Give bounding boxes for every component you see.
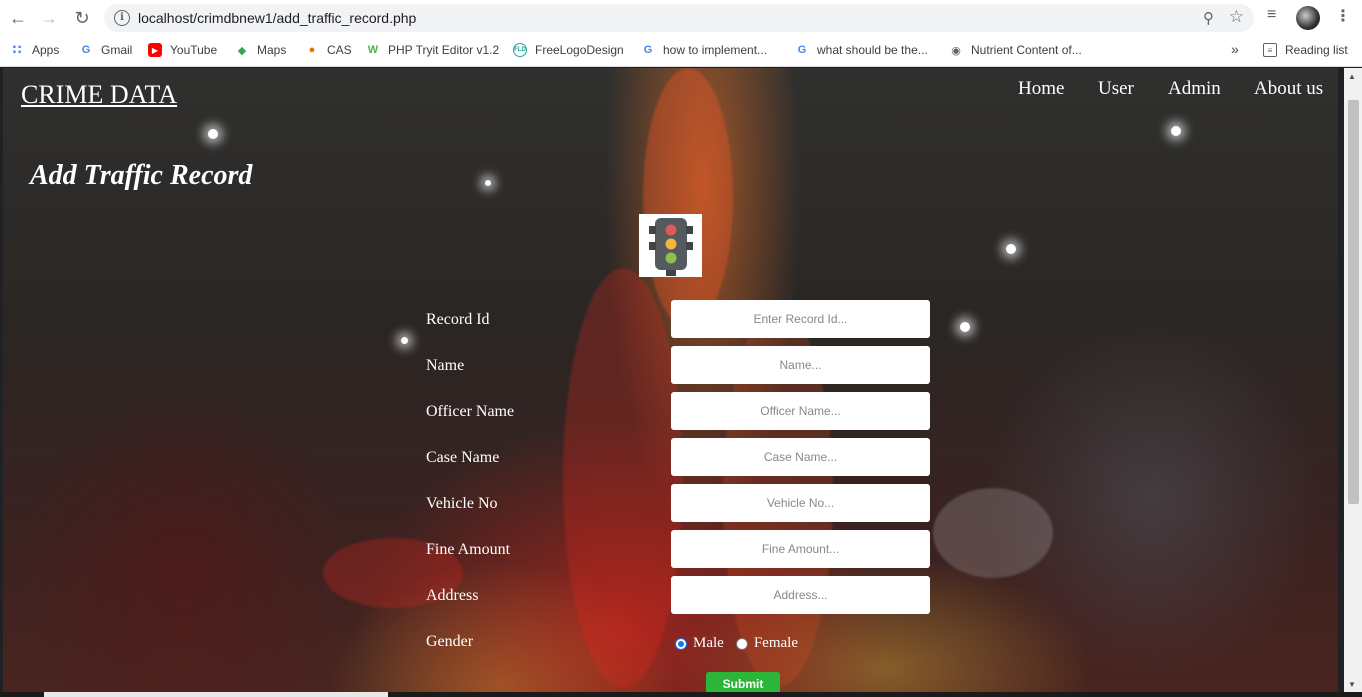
bookmark-nutrient-content[interactable]: ◉ Nutrient Content of...	[949, 43, 1082, 57]
page-viewport: CRIME DATA Home User Admin About us Add …	[0, 68, 1362, 697]
car-lights	[933, 488, 1053, 578]
horizontal-scrollbar[interactable]	[0, 692, 1362, 697]
bookmark-freelogodesign[interactable]: FLD FreeLogoDesign	[513, 43, 624, 57]
page-background: CRIME DATA Home User Admin About us Add …	[3, 68, 1338, 697]
bookmark-youtube[interactable]: ▶ YouTube	[148, 43, 217, 57]
light-streak	[643, 68, 733, 328]
media-queue-icon[interactable]: ≡	[1267, 6, 1276, 24]
form-title: Add Traffic Record	[30, 160, 253, 191]
youtube-icon: ▶	[148, 43, 162, 57]
bookmark-label: what should be the...	[817, 43, 928, 57]
bookmarks-bar: ∷ Apps G Gmail ▶ YouTube ◆ Maps ● CAS W …	[0, 36, 1362, 67]
bookmark-apps[interactable]: ∷ Apps	[10, 42, 60, 57]
url-text: localhost/crimdbnew1/add_traffic_record.…	[138, 10, 417, 26]
google-icon: G	[81, 44, 91, 56]
more-bookmarks-icon[interactable]: »	[1231, 41, 1239, 57]
maps-icon: ◆	[237, 44, 247, 57]
scrollbar-thumb[interactable]	[1348, 100, 1359, 504]
bookmark-label: FreeLogoDesign	[535, 43, 624, 57]
horizontal-scrollbar-thumb[interactable]	[44, 692, 388, 697]
vertical-scrollbar[interactable]: ▲ ▼	[1344, 68, 1362, 697]
w3schools-icon: W	[367, 44, 379, 56]
traffic-light-icon	[639, 214, 702, 277]
street-light	[1006, 244, 1016, 254]
zoom-icon[interactable]: ⚲	[1203, 9, 1214, 27]
site-info-icon[interactable]: i	[114, 10, 130, 26]
scroll-down-icon[interactable]: ▼	[1348, 680, 1356, 689]
browser-toolbar: ← → ↻ i localhost/crimdbnew1/add_traffic…	[0, 0, 1362, 36]
bookmark-label: Maps	[257, 43, 287, 57]
bookmark-label: PHP Tryit Editor v1.2	[388, 43, 500, 57]
reading-list-button[interactable]: ≡ Reading list	[1263, 43, 1348, 57]
menu-kebab-icon[interactable]: ⋮	[1335, 6, 1351, 26]
gender-female-label[interactable]: Female	[754, 635, 798, 652]
google-icon: G	[643, 44, 653, 56]
gender-male-radio[interactable]	[675, 637, 687, 650]
gender-radio-group: Male Female	[675, 635, 798, 652]
scroll-up-icon[interactable]: ▲	[1348, 72, 1356, 81]
bookmark-label: how to implement...	[663, 43, 768, 57]
label-fine-amount: Fine Amount	[426, 541, 511, 558]
site-title[interactable]: CRIME DATA	[21, 80, 177, 110]
reading-list-icon: ≡	[1263, 43, 1277, 57]
bookmark-label: Apps	[32, 43, 60, 57]
forward-arrow-icon[interactable]: →	[37, 6, 61, 30]
label-vehicle-no: Vehicle No	[426, 495, 498, 512]
nav-about-us[interactable]: About us	[1254, 78, 1323, 100]
record-id-input[interactable]	[671, 300, 930, 338]
fine-amount-input[interactable]	[671, 530, 930, 568]
freelogodesign-icon: FLD	[513, 43, 527, 57]
light-streak	[563, 268, 683, 688]
back-arrow-icon[interactable]: ←	[6, 6, 30, 30]
nav-admin[interactable]: Admin	[1168, 78, 1221, 100]
bookmark-label: CAS	[327, 43, 352, 57]
apps-grid-icon: ∷	[12, 42, 22, 57]
label-case-name: Case Name	[426, 449, 500, 466]
label-name: Name	[426, 357, 465, 374]
street-light	[401, 337, 408, 344]
label-address: Address	[426, 587, 479, 604]
street-light	[485, 180, 491, 186]
label-record-id: Record Id	[426, 311, 490, 328]
street-light	[960, 322, 970, 332]
bookmark-gmail[interactable]: G Gmail	[79, 43, 133, 57]
bookmark-label: Gmail	[101, 43, 133, 57]
profile-avatar[interactable]	[1296, 6, 1320, 30]
bookmark-label: Nutrient Content of...	[971, 43, 1082, 57]
vehicle-no-input[interactable]	[671, 484, 930, 522]
gender-female-radio[interactable]	[735, 637, 748, 650]
address-bar[interactable]: i localhost/crimdbnew1/add_traffic_recor…	[104, 4, 1254, 32]
nav-home[interactable]: Home	[1018, 78, 1064, 100]
reload-icon[interactable]: ↻	[70, 6, 94, 30]
cas-icon: ●	[308, 44, 316, 56]
reading-list-label: Reading list	[1285, 43, 1348, 57]
nav-user[interactable]: User	[1098, 78, 1134, 100]
case-name-input[interactable]	[671, 438, 930, 476]
bookmark-how-to-implement[interactable]: G how to implement...	[641, 43, 767, 57]
address-input[interactable]	[671, 576, 930, 614]
bookmark-what-should-be[interactable]: G what should be the...	[795, 43, 928, 57]
street-light	[208, 129, 218, 139]
bookmark-star-icon[interactable]: ☆	[1229, 7, 1244, 27]
officer-name-input[interactable]	[671, 392, 930, 430]
globe-icon: ◉	[951, 44, 961, 57]
label-officer-name: Officer Name	[426, 403, 515, 420]
street-light	[1171, 126, 1181, 136]
bookmark-label: YouTube	[170, 43, 218, 57]
gender-male-label[interactable]: Male	[693, 635, 724, 652]
bookmark-php-tryit[interactable]: W PHP Tryit Editor v1.2	[366, 43, 499, 57]
name-input[interactable]	[671, 346, 930, 384]
google-icon: G	[797, 44, 807, 56]
bookmark-cas[interactable]: ● CAS	[305, 43, 352, 57]
label-gender: Gender	[426, 633, 474, 650]
bookmark-maps[interactable]: ◆ Maps	[235, 43, 287, 57]
